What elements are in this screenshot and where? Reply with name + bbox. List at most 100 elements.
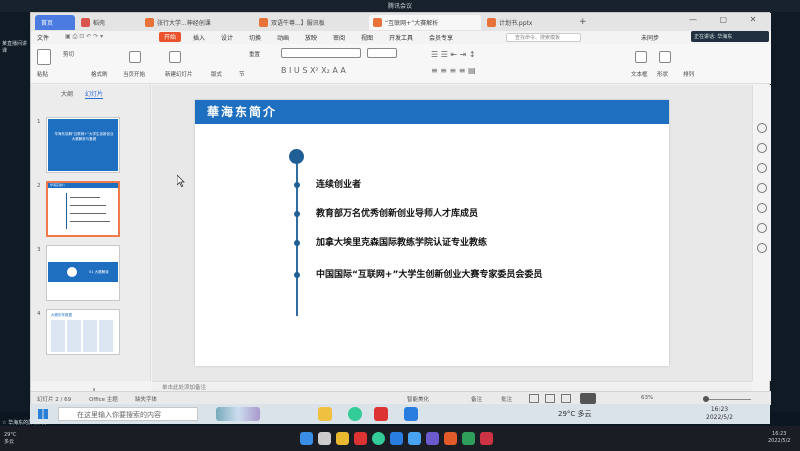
- tab-docer[interactable]: 稻壳: [77, 15, 139, 30]
- menu-transition[interactable]: 切换: [249, 33, 261, 42]
- settings-icon[interactable]: [757, 223, 767, 233]
- taskbar-weather[interactable]: 29°C 多云: [4, 432, 16, 446]
- reset-button[interactable]: 重置: [249, 50, 260, 58]
- font-size-select[interactable]: [367, 48, 397, 58]
- animation-icon[interactable]: [757, 183, 767, 193]
- command-search-input[interactable]: 查找命令、搜索模板: [506, 33, 581, 42]
- folder-icon[interactable]: [336, 432, 349, 445]
- section-button[interactable]: 节: [239, 70, 245, 78]
- format-painter-button[interactable]: 格式刷: [91, 70, 108, 78]
- file-explorer-icon[interactable]: [318, 407, 332, 421]
- edge-icon[interactable]: [390, 432, 403, 445]
- font-name-select[interactable]: [281, 48, 361, 58]
- tab-outline[interactable]: 大纲: [61, 91, 73, 98]
- menu-slideshow[interactable]: 放映: [305, 33, 317, 42]
- theme-name[interactable]: Office 主题: [89, 395, 118, 403]
- notes-pane[interactable]: 单击此处添加备注: [152, 381, 752, 391]
- docer-icon: [81, 18, 90, 27]
- menu-design[interactable]: 设计: [221, 33, 233, 42]
- bio-item[interactable]: 加拿大埃里克森国际教练学院认证专业教练: [316, 235, 487, 248]
- new-tab-button[interactable]: +: [575, 14, 591, 29]
- tab-slides[interactable]: 幻灯片: [84, 91, 103, 99]
- bio-item[interactable]: 教育部万名优秀创新创业导师人才库成员: [316, 206, 478, 219]
- browser-icon[interactable]: [372, 432, 385, 445]
- slide-sorter-icon[interactable]: [545, 394, 555, 403]
- shape-icon[interactable]: [659, 51, 671, 63]
- meeting-taskbar-icon[interactable]: [408, 432, 421, 445]
- cut-button[interactable]: 剪切: [63, 50, 74, 58]
- app-icon[interactable]: [462, 432, 475, 445]
- tab-doc-1[interactable]: 张行大学...神经创课: [141, 15, 253, 30]
- paste-icon[interactable]: [37, 49, 51, 65]
- sync-status[interactable]: 未同步: [641, 33, 659, 42]
- taskbar-search-input[interactable]: 在这里输入你要搜索的内容: [58, 407, 198, 421]
- slide-thumbnail-2[interactable]: 华海东简介: [46, 181, 120, 237]
- panel-tabs: 大纲 幻灯片: [61, 89, 113, 99]
- star-icon[interactable]: [757, 163, 767, 173]
- comments-toggle[interactable]: 批注: [501, 395, 512, 403]
- arrange-button[interactable]: 排列: [683, 70, 694, 78]
- wps-app-icon[interactable]: [354, 432, 367, 445]
- notes-toggle[interactable]: 备注: [471, 395, 482, 403]
- menu-review[interactable]: 审阅: [333, 33, 345, 42]
- play-slideshow-button[interactable]: [580, 393, 596, 404]
- thumbnail-line: [70, 197, 100, 198]
- zoom-level[interactable]: 63%: [641, 395, 653, 401]
- paragraph-icons[interactable]: ☰ ☰ ⇤ ⇥ ↕: [431, 50, 476, 59]
- menu-insert[interactable]: 插入: [193, 33, 205, 42]
- wps-icon[interactable]: [374, 407, 388, 421]
- reading-view-icon[interactable]: [561, 394, 571, 403]
- textbox-icon[interactable]: [635, 51, 647, 63]
- zoom-slider-knob[interactable]: [703, 396, 709, 402]
- app-icon[interactable]: [426, 432, 439, 445]
- tab-doc-4[interactable]: 计划书.pptx: [483, 15, 573, 30]
- zoom-slider[interactable]: [703, 396, 751, 402]
- slide-thumbnail-3[interactable]: 01 大赛解读: [46, 245, 120, 301]
- quick-access-icons[interactable]: ▣ ⎙ ⊡ ↶ ↷ ▾: [65, 33, 103, 41]
- pin-icon[interactable]: [757, 123, 767, 133]
- tab-doc-3[interactable]: “互联网+”大赛解析: [369, 15, 481, 30]
- thumbnail-table: [51, 320, 115, 352]
- alignment-icons[interactable]: ≡ ≡ ≡ ≡ ▤: [431, 66, 476, 75]
- menu-member[interactable]: 会员专享: [429, 33, 453, 42]
- slide-thumbnail-1[interactable]: 华海东讲解“互联网+”大学生创新创业大赛解析与备赛: [46, 117, 120, 173]
- new-slide-icon[interactable]: [169, 51, 181, 63]
- normal-view-icon[interactable]: [529, 394, 539, 403]
- menu-file[interactable]: 文件: [37, 33, 49, 42]
- news-widget-icon[interactable]: [216, 407, 260, 421]
- menu-developer[interactable]: 开发工具: [389, 33, 413, 42]
- weather-status[interactable]: 29°C 多云: [558, 409, 592, 419]
- help-icon[interactable]: [757, 203, 767, 213]
- app-icon[interactable]: [480, 432, 493, 445]
- menu-animation[interactable]: 动画: [277, 33, 289, 42]
- notes-placeholder[interactable]: 单击此处添加备注: [162, 383, 206, 391]
- slide-thumbnail-4[interactable]: 大赛历年数据: [46, 309, 120, 355]
- layout-button[interactable]: 版式: [211, 70, 222, 78]
- tab-home[interactable]: 首页: [35, 15, 75, 30]
- meeting-app-icon[interactable]: [404, 407, 418, 421]
- shape-label: 形状: [657, 72, 669, 78]
- app-icon[interactable]: [444, 432, 457, 445]
- beautify-button[interactable]: 智能美化: [407, 395, 429, 403]
- menu-view[interactable]: 视图: [361, 33, 373, 42]
- select-icon[interactable]: [757, 143, 767, 153]
- chrome-icon[interactable]: [348, 407, 362, 421]
- windows-start-icon[interactable]: [38, 409, 48, 419]
- tab-doc-2[interactable]: 双语牛尊...】服讯板: [255, 15, 367, 30]
- search-icon[interactable]: [318, 432, 331, 445]
- text-format-icons[interactable]: B I U S X² X₂ A A: [281, 66, 346, 75]
- location-icon[interactable]: [757, 243, 767, 253]
- taskbar-clock[interactable]: 16:23 2022/5/2: [768, 431, 790, 445]
- bio-item[interactable]: 中国国际“互联网+”大学生创新创业大赛专家委员会委员: [316, 267, 542, 280]
- start-icon[interactable]: [300, 432, 313, 445]
- missing-font-button[interactable]: 缺失字体: [135, 395, 157, 403]
- current-slide[interactable]: 華海东简介 连续创业者 教育部万名优秀创新创业导师人才库成员 加拿大埃里克森国际…: [195, 100, 669, 366]
- tab-label: 首页: [41, 20, 54, 27]
- bio-item[interactable]: 连续创业者: [316, 177, 361, 190]
- system-clock[interactable]: 16:23 2022/5/2: [706, 406, 733, 422]
- slide-title[interactable]: 華海东简介: [207, 103, 277, 120]
- window-controls[interactable]: — ▢ ✕: [689, 15, 766, 24]
- play-from-current-icon[interactable]: [129, 51, 141, 63]
- meeting-left-panel: 某直播间讲课: [0, 12, 30, 412]
- menu-home[interactable]: 开始: [159, 32, 182, 42]
